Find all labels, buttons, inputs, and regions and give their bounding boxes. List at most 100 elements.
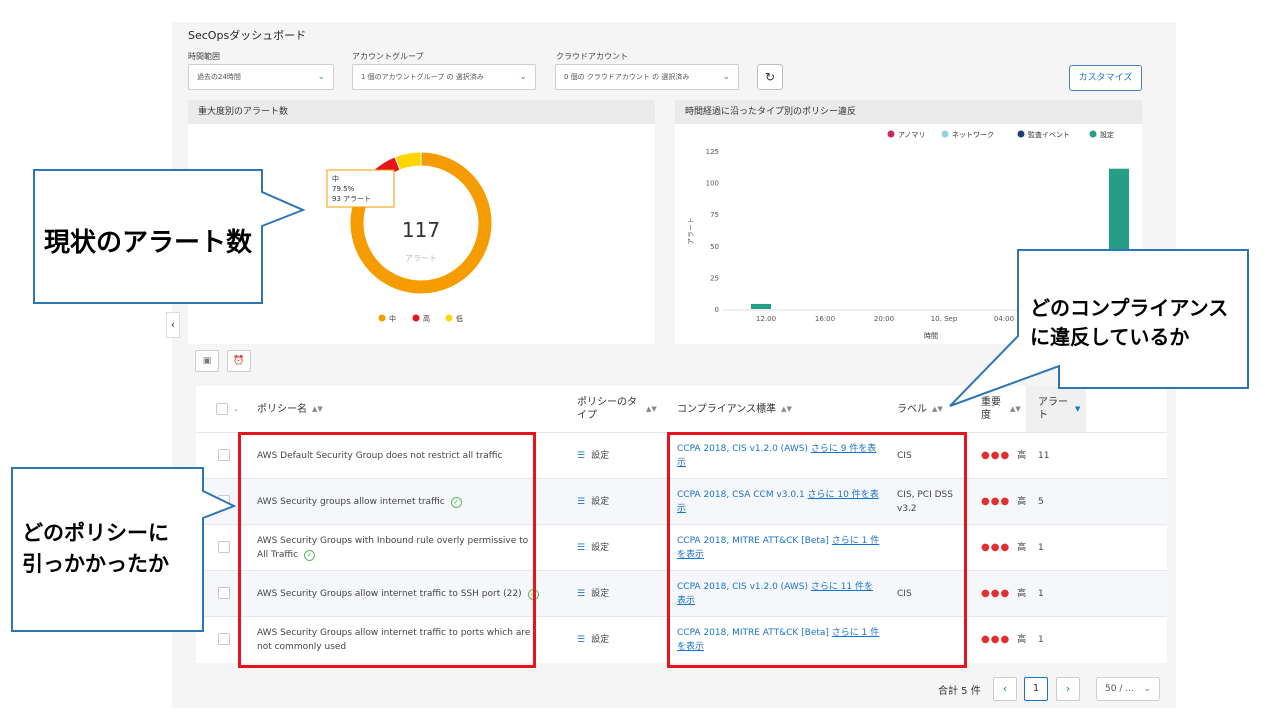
row-checkbox[interactable] [218, 495, 230, 507]
x-axis-label: 時間 [924, 332, 938, 340]
header-policy-name[interactable]: ポリシー名 ▲▼ [257, 386, 323, 432]
header-policy-type[interactable]: ポリシーのタイプ ▲▼ [577, 386, 661, 432]
cloud-account-select[interactable]: 0 個の クラウドアカウント の 選択済み ⌄ [555, 64, 739, 90]
per-page-select[interactable]: 50 / ... ⌄ [1096, 677, 1160, 701]
chevron-down-icon: ⌄ [317, 72, 325, 82]
severity-text: 高 [1017, 589, 1027, 599]
severity-cell: ●●● 高 [981, 541, 1026, 555]
donut-slice-low[interactable] [394, 151, 422, 171]
row-checkbox[interactable] [218, 587, 230, 599]
header-label[interactable]: ラベル ▲▼ [897, 386, 943, 432]
severity-donut-chart: 117 アラート 中 79.5% 93 アラート 中 高 低 [326, 151, 493, 323]
per-page-value: 50 / ... [1105, 684, 1134, 694]
policy-type-cell: ☰ 設定 [577, 495, 609, 509]
severity-text: 高 [1017, 497, 1027, 507]
x-tick-label: 10. Sep [931, 315, 958, 323]
y-tick-label: 0 [715, 306, 719, 314]
chevron-down-icon: ⌄ [1143, 684, 1151, 694]
severity-cell: ●●● 高 [981, 495, 1026, 509]
alert-count[interactable]: 1 [1038, 541, 1044, 555]
columns-icon: ⦙⦙ [1124, 356, 1130, 366]
sort-desc-icon: ▼ [1075, 404, 1081, 413]
legend-medium[interactable]: 中 [389, 314, 396, 323]
severity-text: 高 [1017, 543, 1027, 553]
legend-item[interactable]: 監査イベント [1028, 130, 1070, 139]
columns-button[interactable]: ⦙⦙ [1115, 350, 1139, 372]
row-checkbox[interactable] [218, 449, 230, 461]
x-tick-label: 20:00 [874, 315, 894, 323]
customize-button[interactable]: カスタマイズ [1069, 65, 1142, 91]
policy-type: 設定 [591, 589, 610, 599]
severity-cell: ●●● 高 [981, 587, 1026, 601]
header-compliance-label: コンプライアンス標準 [677, 403, 777, 415]
legend-item[interactable]: アノマリ [898, 131, 925, 139]
legend-swatch [941, 130, 949, 138]
legend-swatch-high [412, 314, 420, 322]
pager-prev-button[interactable]: ‹ [993, 677, 1017, 701]
refresh-button[interactable]: ↻ [757, 64, 783, 90]
callout-policy-text: どのポリシーに 引っかかったか [22, 521, 169, 576]
pager-next-button[interactable]: › [1056, 677, 1080, 701]
bar-設定[interactable] [1109, 168, 1129, 309]
policy-type-cell: ☰ 設定 [577, 449, 609, 463]
tooltip-count: 93 アラート [332, 195, 371, 203]
row-checkbox[interactable] [218, 633, 230, 645]
bar-設定[interactable] [751, 303, 771, 309]
policy-type: 設定 [591, 635, 610, 645]
legend-swatch [1089, 130, 1097, 138]
row-checkbox[interactable] [218, 541, 230, 553]
callout-compliance-text: どのコンプライアンス に違反しているか [1030, 296, 1229, 349]
policy-highlight-box [238, 432, 536, 668]
alert-count[interactable]: 5 [1038, 495, 1044, 509]
severity-dots-icon: ●●● [981, 496, 1011, 507]
legend-swatch [1017, 130, 1025, 138]
legend-low[interactable]: 低 [456, 314, 463, 323]
chevron-left-icon: ‹ [1002, 682, 1008, 695]
select-all-checkbox[interactable] [216, 403, 228, 415]
legend-item[interactable]: 設定 [1100, 130, 1114, 139]
snooze-button[interactable]: ⏰ [227, 350, 251, 372]
severity-dots-icon: ●●● [981, 588, 1011, 599]
policy-type-cell: ☰ 設定 [577, 633, 609, 647]
severity-cell: ●●● 高 [981, 449, 1026, 463]
y-tick-label: 50 [710, 243, 719, 251]
alert-count[interactable]: 1 [1038, 633, 1044, 647]
sort-icon: ▲▼ [646, 404, 657, 413]
sliders-icon: ☰ [577, 543, 586, 553]
legend-item[interactable]: ネットワーク [952, 131, 994, 139]
header-severity-label: 重要度 [981, 397, 1001, 421]
archive-button[interactable]: ▣ [195, 350, 219, 372]
sliders-icon: ☰ [577, 451, 586, 461]
chevron-down-icon: ⌄ [519, 72, 527, 82]
alerts-total: 117 [402, 218, 440, 242]
tooltip-percent: 79.5% [332, 185, 355, 193]
account-group-value: 1 個のアカウントグループ の 選択済み [361, 73, 484, 81]
pager-page-button[interactable]: 1 [1024, 677, 1048, 701]
sliders-icon: ☰ [577, 589, 586, 599]
time-range-select[interactable]: 過去の24時間 ⌄ [188, 64, 334, 90]
alerts-panel-title: 重大度別のアラート数 [188, 100, 655, 124]
chevron-down-icon: ⌄ [722, 72, 730, 82]
alert-count[interactable]: 1 [1038, 587, 1044, 601]
legend-swatch-medium [378, 314, 386, 322]
header-label-label: ラベル [897, 403, 927, 415]
account-group-label: アカウントグループ [352, 52, 424, 61]
account-group-select[interactable]: 1 個のアカウントグループ の 選択済み ⌄ [352, 64, 536, 90]
select-all-header[interactable]: ⌄ [216, 386, 239, 432]
header-compliance[interactable]: コンプライアンス標準 ▲▼ [677, 386, 792, 432]
chevron-down-icon: ⌄ [233, 404, 239, 413]
header-alerts[interactable]: アラート ▼ [1026, 386, 1086, 432]
legend-high[interactable]: 高 [423, 314, 430, 323]
download-button[interactable]: ⤓ [1143, 350, 1167, 372]
y-tick-label: 75 [710, 211, 719, 219]
alerts-total-label: アラート [405, 254, 437, 263]
alert-count[interactable]: 11 [1038, 449, 1049, 463]
header-policy-type-label: ポリシーのタイプ [577, 397, 637, 421]
y-tick-label: 125 [706, 148, 719, 156]
severity-text: 高 [1017, 635, 1027, 645]
policy-type: 設定 [591, 497, 610, 507]
severity-dots-icon: ●●● [981, 634, 1011, 645]
header-severity[interactable]: 重要度 ▲▼ [981, 386, 1021, 432]
collapse-sidebar-button[interactable]: ‹ [166, 312, 180, 338]
sort-icon: ▲▼ [932, 404, 943, 413]
